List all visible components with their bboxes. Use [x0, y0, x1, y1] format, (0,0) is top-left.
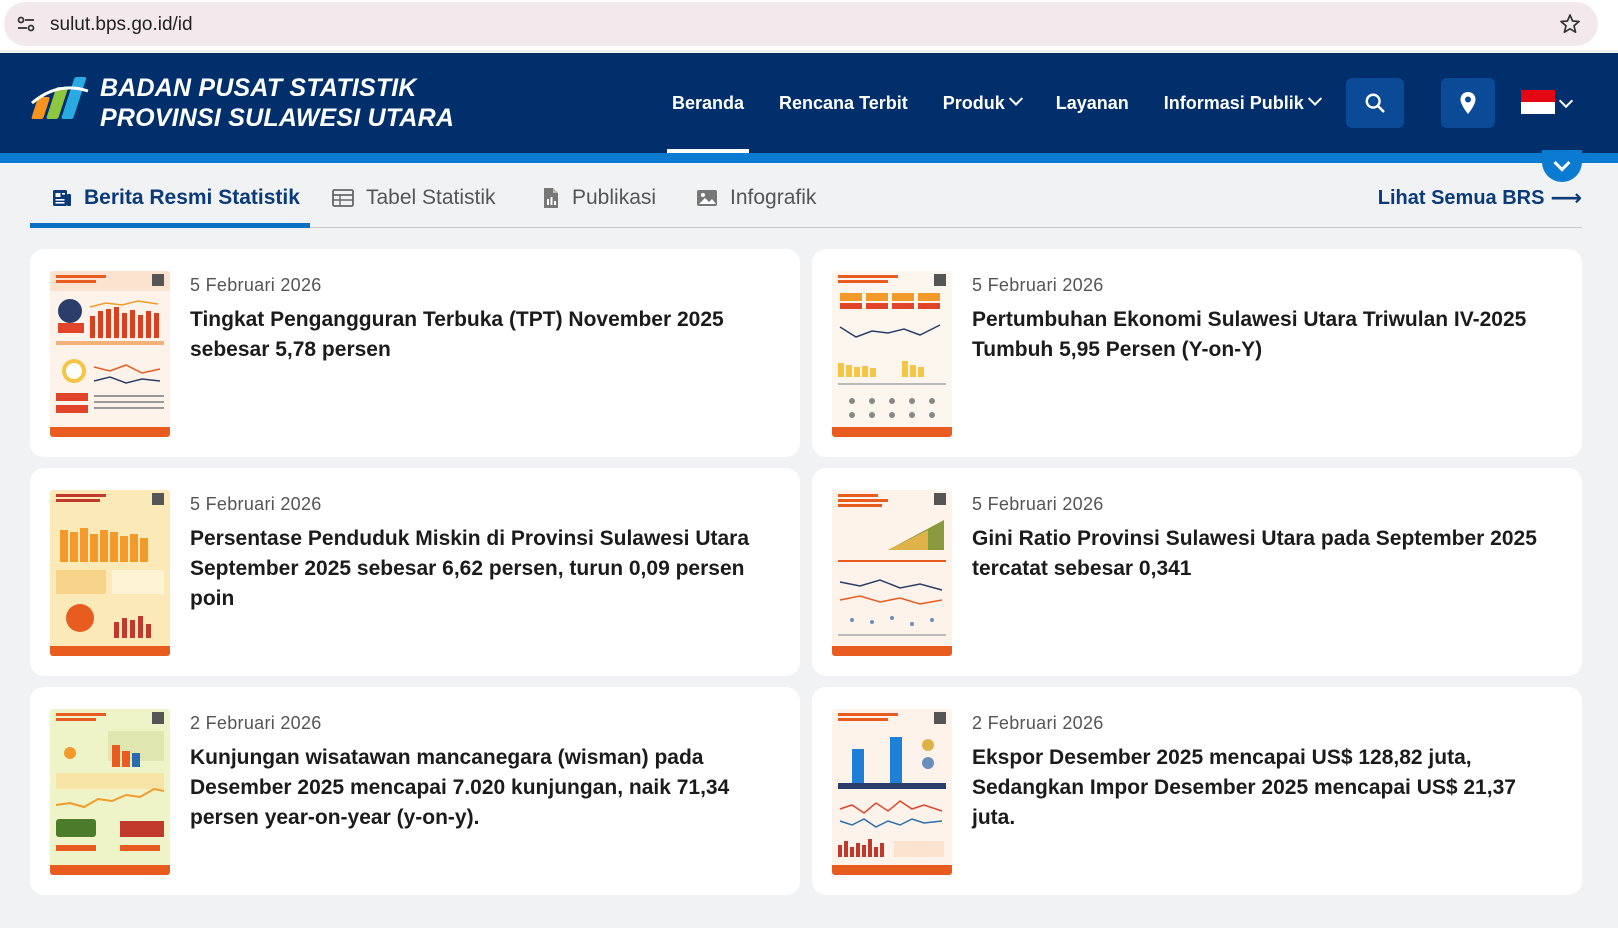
nav-layanan[interactable]: Layanan: [1056, 53, 1129, 153]
active-tab-indicator: [30, 223, 310, 228]
main-nav: Beranda Rencana Terbit Produk Layanan In…: [666, 53, 1355, 153]
news-date: 2 Februari 2026: [972, 713, 1104, 733]
infographic-thumbnail[interactable]: [832, 271, 952, 437]
content-tabs: Berita Resmi Statistik Tabel Statistik P…: [30, 168, 1582, 228]
news-card[interactable]: 5 Februari 2026 Tingkat Pengangguran Ter…: [30, 249, 800, 457]
header-accent-strip: [0, 153, 1618, 163]
infographic-thumbnail[interactable]: [832, 490, 952, 656]
brand-title[interactable]: BADAN PUSAT STATISTIK PROVINSI SULAWESI …: [100, 73, 454, 133]
tab-tabel-label: Tabel Statistik: [366, 186, 496, 209]
tab-publikasi-label: Publikasi: [572, 186, 657, 209]
document-icon: [544, 188, 558, 208]
infographic-thumbnail[interactable]: [50, 490, 170, 656]
url-field[interactable]: sulut.bps.go.id/id: [4, 2, 1598, 46]
indonesia-flag-icon[interactable]: [1521, 90, 1555, 114]
site-header: BADAN PUSAT STATISTIK PROVINSI SULAWESI …: [0, 53, 1618, 153]
news-card[interactable]: 5 Februari 2026 Gini Ratio Provinsi Sula…: [812, 468, 1582, 676]
chevron-down-icon[interactable]: [1558, 93, 1574, 109]
news-date: 5 Februari 2026: [190, 494, 322, 514]
news-card[interactable]: 5 Februari 2026 Persentase Penduduk Misk…: [30, 468, 800, 676]
news-icon: [53, 190, 71, 206]
image-icon: [697, 190, 717, 206]
tab-infografik[interactable]: Infografik: [696, 168, 816, 228]
tab-publikasi[interactable]: Publikasi: [542, 168, 656, 228]
nav-produk-label: Produk: [942, 92, 1005, 113]
news-title[interactable]: Pertumbuhan Ekonomi Sulawesi Utara Triwu…: [972, 305, 1542, 365]
news-title[interactable]: Gini Ratio Provinsi Sulawesi Utara pada …: [972, 524, 1542, 584]
chevron-down-icon: [1008, 91, 1023, 106]
brand-line-2[interactable]: PROVINSI SULAWESI UTARA: [100, 103, 454, 133]
infographic-thumbnail[interactable]: [50, 271, 170, 437]
news-title[interactable]: Ekspor Desember 2025 mencapai US$ 128,82…: [972, 743, 1542, 833]
chevron-down-icon: [1307, 91, 1322, 106]
nav-beranda-label: Beranda: [672, 92, 745, 113]
nav-informasi-publik[interactable]: Informasi Publik: [1163, 53, 1322, 153]
nav-informasi-publik-label: Informasi Publik: [1163, 92, 1304, 113]
search-icon: [1365, 93, 1385, 113]
browser-address-bar: sulut.bps.go.id/id: [0, 0, 1618, 50]
nav-rencana-terbit[interactable]: Rencana Terbit: [779, 53, 908, 153]
news-date: 5 Februari 2026: [972, 275, 1104, 295]
bps-logo-icon[interactable]: [28, 73, 92, 125]
arrow-right-icon: ⟶: [1550, 185, 1582, 210]
star-icon[interactable]: [1558, 12, 1582, 36]
table-icon: [332, 189, 354, 207]
news-title[interactable]: Persentase Penduduk Miskin di Provinsi S…: [190, 524, 760, 614]
news-date: 2 Februari 2026: [190, 713, 322, 733]
brand-line-1[interactable]: BADAN PUSAT STATISTIK: [100, 73, 454, 103]
tab-infografik-label: Infografik: [730, 186, 817, 209]
tab-berita-label: Berita Resmi Statistik: [84, 186, 300, 209]
news-card[interactable]: 2 Februari 2026 Ekspor Desember 2025 men…: [812, 687, 1582, 895]
nav-beranda[interactable]: Beranda: [666, 53, 750, 153]
tune-icon[interactable]: [14, 12, 38, 36]
news-card[interactable]: 5 Februari 2026 Pertumbuhan Ekonomi Sula…: [812, 249, 1582, 457]
nav-rencana-terbit-label: Rencana Terbit: [779, 92, 908, 113]
search-button[interactable]: [1346, 78, 1404, 128]
infographic-thumbnail[interactable]: [50, 709, 170, 875]
tab-berita-resmi-statistik[interactable]: Berita Resmi Statistik: [52, 168, 300, 228]
news-title[interactable]: Kunjungan wisatawan mancanegara (wisman)…: [190, 743, 760, 833]
nav-layanan-label: Layanan: [1055, 92, 1129, 113]
location-button[interactable]: [1441, 78, 1495, 128]
news-date: 5 Februari 2026: [972, 494, 1104, 514]
infographic-thumbnail[interactable]: [832, 709, 952, 875]
news-card[interactable]: 2 Februari 2026 Kunjungan wisatawan manc…: [30, 687, 800, 895]
tab-tabel-statistik[interactable]: Tabel Statistik: [332, 168, 496, 228]
news-date: 5 Februari 2026: [190, 275, 322, 295]
url-text[interactable]: sulut.bps.go.id/id: [50, 14, 193, 36]
see-all-brs-link[interactable]: Lihat Semua BRS ⟶: [1378, 168, 1582, 228]
see-all-label: Lihat Semua BRS: [1377, 186, 1545, 209]
news-title[interactable]: Tingkat Pengangguran Terbuka (TPT) Novem…: [190, 305, 760, 365]
map-pin-icon: [1460, 92, 1476, 114]
nav-produk[interactable]: Produk: [942, 53, 1023, 153]
